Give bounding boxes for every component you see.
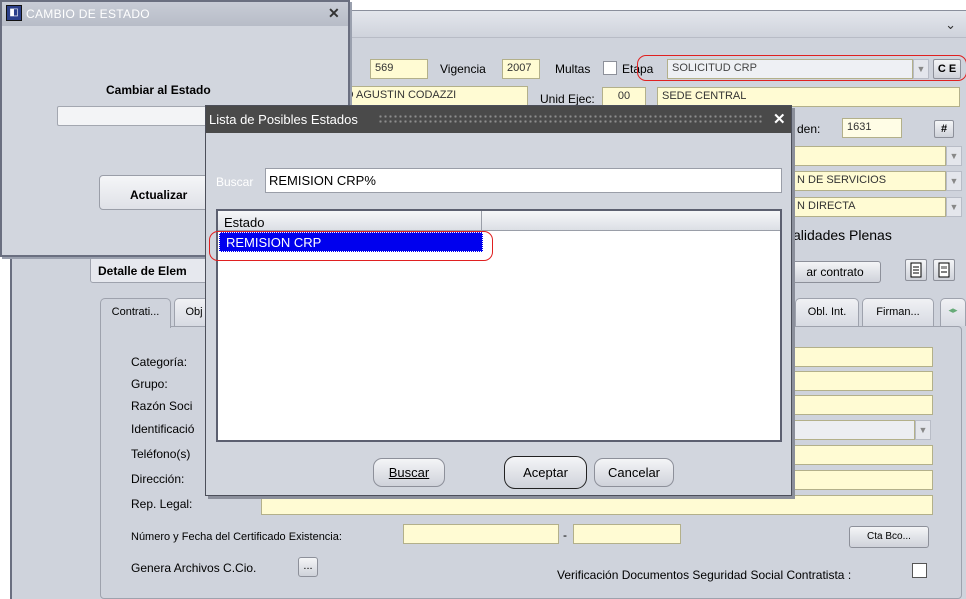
vigencia-field[interactable]: 2007 bbox=[502, 59, 540, 79]
genera-archivos-label: Genera Archivos C.Cio. bbox=[131, 561, 257, 575]
lista-estados-dialog: Lista de Posibles Estados ✕ Buscar REMIS… bbox=[205, 105, 792, 496]
buscar-button-label: Buscar bbox=[388, 465, 430, 480]
orden-field[interactable]: 1631 bbox=[842, 118, 902, 138]
cancelar-button[interactable]: Cancelar bbox=[594, 458, 674, 487]
app-icon: ◧ bbox=[6, 5, 22, 21]
combo-field-1[interactable] bbox=[792, 146, 946, 166]
contract-number-field[interactable]: 569 bbox=[370, 59, 428, 79]
combo-field-3[interactable]: N DIRECTA bbox=[792, 197, 946, 217]
razon-social-label: Razón Soci bbox=[131, 399, 193, 413]
combo-3-dropdown-icon[interactable]: ▼ bbox=[946, 197, 962, 217]
buscar-button[interactable]: Buscar bbox=[373, 458, 445, 487]
verificacion-checkbox[interactable] bbox=[912, 563, 927, 578]
combo-2-dropdown-icon[interactable]: ▼ bbox=[946, 171, 962, 191]
facultades-label: alidades Plenas bbox=[793, 227, 892, 243]
categoria-label: Categoría: bbox=[131, 355, 188, 369]
verificacion-label: Verificación Documentos Seguridad Social… bbox=[557, 568, 852, 582]
categoria-field[interactable] bbox=[793, 347, 933, 367]
title-bar-grip bbox=[378, 114, 763, 125]
entity-field[interactable]: O AGUSTIN CODAZZI bbox=[340, 86, 528, 106]
grupo-field[interactable] bbox=[793, 371, 933, 391]
combo-field-2[interactable]: N DE SERVICIOS bbox=[792, 171, 946, 191]
direccion-field[interactable] bbox=[793, 470, 933, 490]
certificado-fecha-field[interactable] bbox=[573, 524, 681, 544]
print-icon[interactable] bbox=[905, 259, 927, 281]
orden-label: den: bbox=[797, 122, 821, 136]
telefonos-label: Teléfono(s) bbox=[131, 447, 191, 461]
lista-title-bar: Lista de Posibles Estados ✕ bbox=[206, 106, 791, 133]
aceptar-button[interactable]: Aceptar bbox=[504, 456, 587, 489]
tab-scroll-arrows-icon[interactable]: ◂▸ bbox=[940, 298, 966, 326]
genera-archivos-button[interactable]: ... bbox=[298, 557, 318, 577]
certificado-numero-field[interactable] bbox=[403, 524, 559, 544]
identificacion-label: Identificació bbox=[131, 422, 195, 436]
multas-label: Multas bbox=[555, 62, 591, 76]
tab-contratista[interactable]: Contrati... bbox=[100, 298, 171, 328]
screen: ⌄ 569 Vigencia 2007 Multas Etapa SOLICIT… bbox=[0, 0, 966, 599]
generar-contrato-button[interactable]: ar contrato bbox=[789, 261, 881, 283]
certificado-label: Número y Fecha del Certificado Existenci… bbox=[131, 531, 342, 543]
minimize-icon[interactable]: ⌄ bbox=[945, 17, 956, 33]
unid-ejec-code-field[interactable]: 00 bbox=[602, 87, 646, 107]
row-highlight bbox=[209, 231, 493, 261]
etapa-highlight bbox=[637, 55, 966, 81]
aceptar-button-label: Aceptar bbox=[523, 465, 568, 480]
lista-title: Lista de Posibles Estados bbox=[209, 112, 358, 127]
cta-bco-button[interactable]: Cta Bco... bbox=[849, 526, 929, 548]
close-icon[interactable]: ✕ bbox=[773, 110, 786, 128]
cambiar-estado-label: Cambiar al Estado bbox=[106, 83, 211, 97]
identificacion-dropdown-icon[interactable]: ▼ bbox=[915, 420, 931, 440]
rep-legal-label: Rep. Legal: bbox=[131, 497, 193, 511]
cancelar-button-label: Cancelar bbox=[607, 465, 661, 480]
certificado-dash: - bbox=[563, 528, 567, 542]
ce-button[interactable]: C E bbox=[933, 59, 961, 79]
rep-legal-field[interactable] bbox=[261, 495, 933, 515]
vigencia-label: Vigencia bbox=[440, 62, 486, 76]
detalle-elementos-button[interactable]: Detalle de Elem bbox=[90, 257, 208, 283]
document-icon[interactable] bbox=[933, 259, 955, 281]
tab-firmantes[interactable]: Firman... bbox=[862, 298, 934, 326]
close-icon[interactable]: ✕ bbox=[328, 5, 340, 22]
cambio-title-bar: ◧ CAMBIO DE ESTADO ✕ bbox=[2, 2, 348, 26]
buscar-input[interactable]: REMISION CRP% bbox=[265, 168, 782, 193]
cambio-title: CAMBIO DE ESTADO bbox=[26, 7, 150, 21]
estado-column-header[interactable]: Estado bbox=[218, 211, 482, 231]
list-header: Estado bbox=[218, 211, 780, 231]
unid-ejec-field[interactable]: SEDE CENTRAL bbox=[657, 87, 960, 107]
razon-social-field[interactable] bbox=[793, 395, 933, 415]
hash-button[interactable]: # bbox=[934, 120, 954, 138]
telefonos-field[interactable] bbox=[793, 445, 933, 465]
multas-checkbox[interactable] bbox=[603, 61, 617, 75]
identificacion-field[interactable] bbox=[793, 420, 915, 440]
direccion-label: Dirección: bbox=[131, 472, 185, 486]
buscar-label: Buscar bbox=[216, 175, 254, 189]
unid-ejec-label: Unid Ejec: bbox=[540, 92, 595, 106]
grupo-label: Grupo: bbox=[131, 377, 168, 391]
actualizar-button[interactable]: Actualizar bbox=[99, 175, 209, 210]
combo-1-dropdown-icon[interactable]: ▼ bbox=[946, 146, 962, 166]
tab-obl-int[interactable]: Obl. Int. bbox=[795, 298, 859, 326]
